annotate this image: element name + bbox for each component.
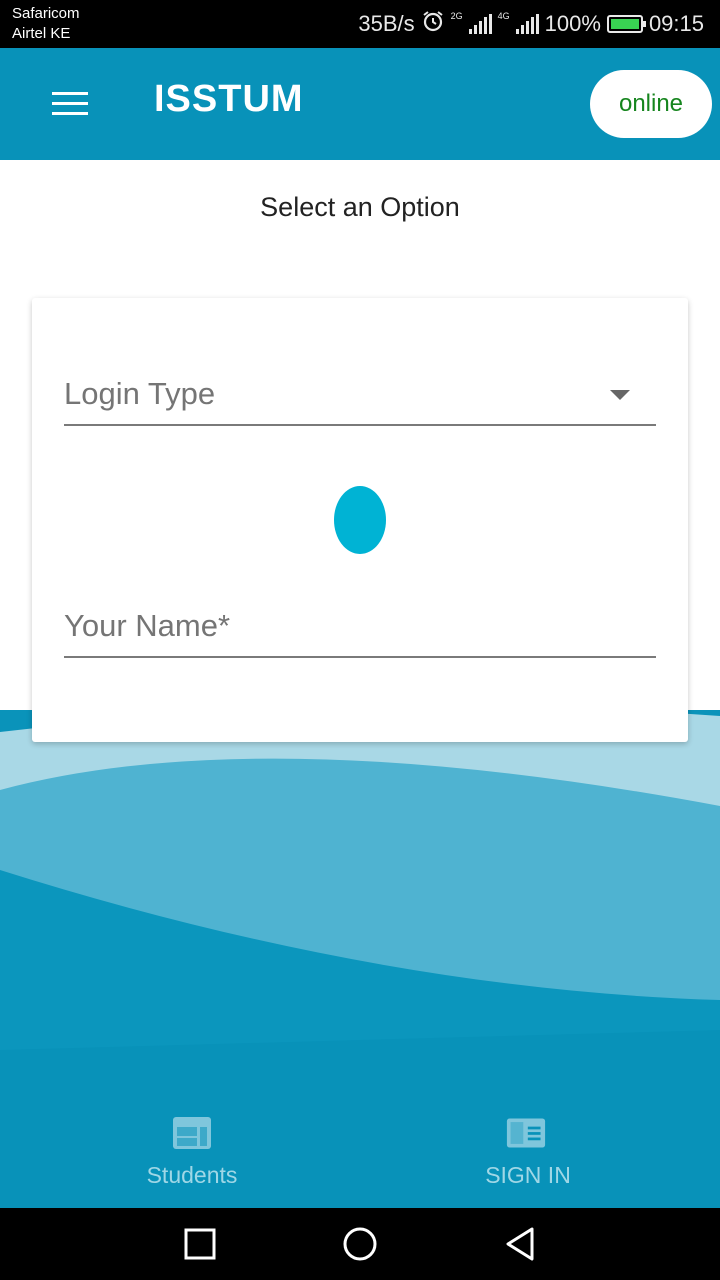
bottom-navigation: Students SIGN IN — [0, 1096, 720, 1208]
net-speed: 35B/s — [358, 11, 415, 36]
battery-percent: 100% — [544, 11, 601, 36]
sim2-tech: 4G — [497, 11, 510, 21]
signal-icon — [515, 14, 539, 34]
login-card: Login Type — [32, 298, 688, 742]
name-input[interactable] — [64, 606, 656, 646]
nav-sign-in-label: SIGN IN — [485, 1162, 571, 1188]
name-field[interactable] — [64, 592, 656, 658]
carrier-1: Safaricom — [12, 5, 80, 22]
wave-background — [0, 710, 720, 1096]
loading-indicator — [334, 486, 386, 554]
clock: 09:15 — [648, 11, 704, 36]
carrier-info: Safaricom Airtel KE — [12, 4, 80, 44]
carrier-2: Airtel KE — [12, 25, 71, 42]
login-type-label: Login Type — [64, 376, 216, 411]
login-type-select[interactable]: Login Type — [64, 360, 656, 426]
sim1-tech: 2G — [450, 11, 463, 21]
dropdown-arrow-icon — [610, 390, 630, 400]
home-icon[interactable] — [340, 1226, 380, 1262]
students-icon — [173, 1117, 211, 1149]
alarm-icon — [421, 9, 445, 39]
app-bar: ISSTUM online — [0, 48, 720, 160]
nav-sign-in[interactable]: SIGN IN — [348, 1096, 708, 1208]
menu-icon[interactable] — [44, 84, 96, 124]
nav-students[interactable]: Students — [12, 1096, 372, 1208]
sign-in-icon — [506, 1118, 546, 1148]
status-indicators: 35B/s 2G 4G 100% 09:15 — [358, 0, 704, 48]
page-subtitle: Select an Option — [260, 192, 460, 222]
battery-icon — [606, 15, 646, 33]
app-title: ISSTUM — [154, 78, 304, 120]
online-status-button[interactable]: online — [590, 70, 712, 138]
signal-icon — [468, 14, 492, 34]
status-bar: Safaricom Airtel KE 35B/s 2G 4G 100% 09:… — [0, 0, 720, 48]
nav-students-label: Students — [146, 1162, 238, 1188]
back-icon[interactable] — [500, 1226, 540, 1262]
recent-apps-icon[interactable] — [180, 1226, 220, 1262]
system-navigation-bar — [0, 1208, 720, 1280]
